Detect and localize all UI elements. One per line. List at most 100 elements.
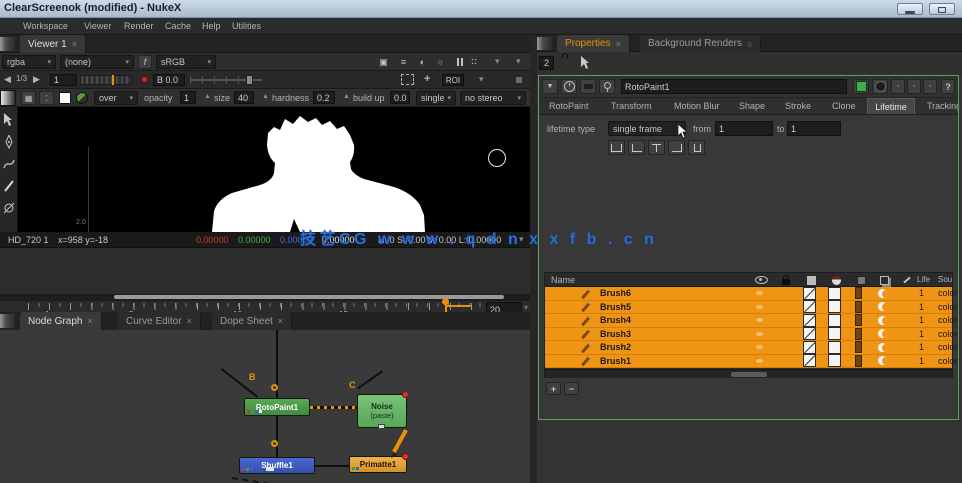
color-knob-button[interactable] bbox=[872, 79, 888, 94]
tab-dope-sheet[interactable]: Dope Sheet × bbox=[212, 312, 293, 330]
fill-checkbox[interactable] bbox=[828, 340, 841, 354]
stroke-row-brush6[interactable]: Brush6 1 color bbox=[545, 286, 958, 301]
menu-utilities[interactable]: Utilities bbox=[232, 21, 261, 31]
pan-icon[interactable]: + bbox=[424, 73, 430, 85]
pin-button[interactable] bbox=[599, 79, 615, 94]
lifetime-all-frames-button[interactable] bbox=[608, 140, 625, 155]
select-tool-icon[interactable] bbox=[3, 113, 15, 130]
tab-stroke[interactable]: Stroke bbox=[785, 101, 811, 111]
wipe-icon[interactable]: ◐ bbox=[414, 55, 431, 69]
fill-color-header-icon[interactable] bbox=[828, 273, 844, 287]
layers-header-icon[interactable] bbox=[876, 273, 892, 287]
wipe-slider-handle[interactable] bbox=[246, 75, 253, 85]
lifetime-dropdown[interactable]: single ▾ bbox=[416, 91, 456, 105]
layer-dropdown[interactable]: (none) ▾ bbox=[60, 55, 134, 69]
buffer-b-box[interactable]: B 0.0 bbox=[153, 74, 185, 86]
restore-button[interactable] bbox=[929, 3, 955, 15]
stroke-row-brush2[interactable]: Brush2 1 color bbox=[545, 340, 958, 355]
tab-shape[interactable]: Shape bbox=[739, 101, 765, 111]
pressure-icon[interactable]: ▲ bbox=[262, 93, 269, 100]
tab-rotopaint[interactable]: RotoPaint bbox=[549, 101, 589, 111]
stroke-row-brush1[interactable]: Brush1 1 color bbox=[545, 354, 958, 368]
opacity-field[interactable]: 1 bbox=[180, 91, 196, 104]
tab-node-graph[interactable]: Node Graph × bbox=[20, 312, 102, 330]
pane-menu-handle[interactable] bbox=[0, 314, 15, 328]
stroke-row-brush4[interactable]: Brush4 1 color bbox=[545, 313, 958, 328]
pause-icon[interactable] bbox=[451, 55, 468, 69]
crescent-icon[interactable] bbox=[878, 288, 887, 298]
to-field[interactable]: 1 bbox=[787, 121, 841, 136]
source-header[interactable]: Source bbox=[938, 275, 952, 284]
tab-viewer1[interactable]: Viewer 1 × bbox=[20, 35, 86, 53]
viewer-lut-dropdown[interactable]: sRGB ▾ bbox=[156, 55, 216, 69]
size-field[interactable]: 40 bbox=[234, 91, 254, 104]
pane-menu-handle[interactable] bbox=[0, 37, 15, 51]
tab-lifetime[interactable]: Lifetime bbox=[867, 98, 915, 114]
node-name-field[interactable]: RotoPaint1 bbox=[621, 79, 847, 94]
color-checkbox[interactable] bbox=[803, 300, 816, 314]
blend-chip[interactable] bbox=[855, 287, 862, 300]
view-dropdown[interactable]: no stereo ▾ bbox=[460, 91, 526, 105]
tab-transform[interactable]: Transform bbox=[611, 101, 652, 111]
hardness-field[interactable]: 0.2 bbox=[313, 91, 335, 104]
color-checkbox[interactable] bbox=[803, 340, 816, 354]
tab-properties[interactable]: Properties × bbox=[557, 35, 630, 52]
table-scrollbar[interactable] bbox=[545, 369, 952, 378]
fill-checkbox[interactable] bbox=[828, 354, 841, 368]
stroke-row-brush3[interactable]: Brush3 1 color bbox=[545, 327, 958, 341]
color-wheel-icon[interactable] bbox=[76, 92, 88, 104]
dot-pattern-icon[interactable]: ⁚ bbox=[39, 91, 54, 105]
remove-stroke-button[interactable]: − bbox=[564, 382, 579, 395]
ruler-caret-icon[interactable]: ▾ bbox=[524, 303, 528, 312]
help-button[interactable]: ? bbox=[941, 79, 955, 94]
layout-stack-icon[interactable]: ▣ bbox=[375, 55, 392, 69]
crescent-icon[interactable] bbox=[878, 315, 887, 325]
color-checkbox[interactable] bbox=[803, 354, 816, 368]
proxy-grid-icon[interactable]: :: bbox=[471, 56, 477, 66]
menu-workspace[interactable]: Workspace bbox=[23, 21, 68, 31]
brush-tool-icon[interactable] bbox=[3, 179, 15, 196]
small-square-icon[interactable] bbox=[516, 77, 522, 83]
life-header[interactable]: Life bbox=[917, 275, 930, 284]
visibility-header-icon[interactable] bbox=[753, 273, 769, 287]
minimize-button[interactable] bbox=[897, 3, 923, 15]
prev-buffer-icon[interactable]: ◀ bbox=[4, 74, 11, 85]
next-buffer-icon[interactable]: ▶ bbox=[33, 74, 40, 85]
blend-chip[interactable] bbox=[855, 300, 862, 313]
add-stroke-button[interactable]: + bbox=[546, 382, 561, 395]
crescent-icon[interactable] bbox=[878, 356, 887, 366]
layout-lines-icon[interactable]: ≡ bbox=[395, 55, 412, 69]
fill-checkbox[interactable] bbox=[828, 327, 841, 341]
roi-marquee-icon[interactable] bbox=[401, 74, 414, 85]
curve-button[interactable] bbox=[580, 79, 596, 94]
pressure-icon[interactable]: ▲ bbox=[204, 93, 211, 100]
crescent-icon[interactable] bbox=[878, 329, 887, 339]
record-dot-icon[interactable] bbox=[141, 76, 148, 83]
square-header-icon[interactable] bbox=[853, 273, 869, 287]
lifetime-start-to-frame-button[interactable] bbox=[628, 140, 645, 155]
lifetime-single-frame-button[interactable] bbox=[648, 140, 665, 155]
bin-cursor-icon[interactable] bbox=[580, 56, 592, 73]
viewer-canvas[interactable]: 2.0 bbox=[0, 107, 530, 232]
bin-count-field[interactable]: 2 bbox=[539, 56, 554, 70]
fill-checkbox[interactable] bbox=[828, 300, 841, 314]
extra-button[interactable]: ▪ bbox=[891, 79, 905, 94]
color-checkbox[interactable] bbox=[803, 313, 816, 327]
clone-tool-icon[interactable] bbox=[3, 201, 15, 218]
roi-box[interactable]: ROI bbox=[442, 74, 464, 86]
gradient-swatch[interactable] bbox=[0, 90, 16, 106]
wipe-slider[interactable] bbox=[190, 75, 262, 85]
tab-curve-editor[interactable]: Curve Editor × bbox=[118, 312, 201, 330]
circle-icon[interactable]: ○ bbox=[432, 55, 449, 69]
tab-close-icon[interactable]: × bbox=[72, 39, 77, 49]
color-checkbox[interactable] bbox=[803, 286, 816, 300]
tab-close-icon[interactable]: × bbox=[278, 316, 283, 326]
stroke-mode-icon[interactable]: ▦ bbox=[21, 91, 36, 105]
menu-viewer[interactable]: Viewer bbox=[84, 21, 111, 31]
extra-button[interactable]: ▪ bbox=[923, 79, 937, 94]
buildup-field[interactable]: 0.0 bbox=[390, 91, 410, 104]
pressure-icon[interactable]: ▲ bbox=[343, 93, 350, 100]
table-scrollbar-handle[interactable] bbox=[731, 372, 767, 377]
blend-chip[interactable] bbox=[855, 341, 862, 354]
eraser-header-icon[interactable] bbox=[899, 273, 915, 287]
